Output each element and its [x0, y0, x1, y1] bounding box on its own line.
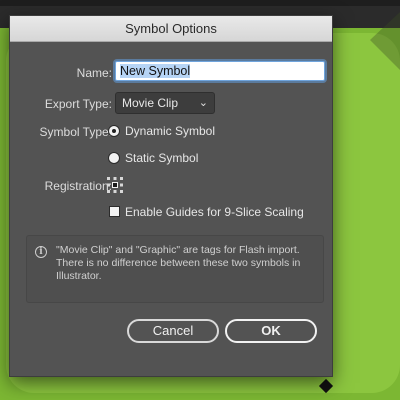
nine-slice-checkbox[interactable]: [109, 206, 120, 217]
info-icon: i: [35, 246, 47, 258]
symbol-options-dialog: Symbol Options Name: New Symbol Export T…: [9, 15, 333, 377]
export-type-value: Movie Clip: [122, 96, 179, 110]
dynamic-symbol-radio[interactable]: [108, 125, 120, 137]
cancel-button[interactable]: Cancel: [127, 319, 219, 343]
export-type-label: Export Type:: [44, 97, 112, 111]
name-input[interactable]: New Symbol: [115, 61, 325, 81]
name-label: Name:: [76, 66, 112, 80]
name-input-value: New Symbol: [120, 64, 191, 78]
dialog-title[interactable]: Symbol Options: [10, 16, 332, 42]
registration-label: Registration:: [44, 179, 112, 193]
registration-grid-icon[interactable]: [106, 176, 124, 194]
export-type-select[interactable]: Movie Clip ⌄: [115, 92, 215, 114]
symbol-type-label: Symbol Type:: [39, 125, 112, 139]
info-box: i "Movie Clip" and "Graphic" are tags fo…: [26, 235, 324, 303]
nine-slice-label[interactable]: Enable Guides for 9-Slice Scaling: [125, 205, 304, 219]
info-text: "Movie Clip" and "Graphic" are tags for …: [56, 244, 301, 282]
dynamic-symbol-label[interactable]: Dynamic Symbol: [125, 124, 215, 138]
chevron-down-icon: ⌄: [198, 97, 208, 109]
static-symbol-radio[interactable]: [108, 152, 120, 164]
ok-button[interactable]: OK: [225, 319, 317, 343]
static-symbol-label[interactable]: Static Symbol: [125, 151, 198, 165]
